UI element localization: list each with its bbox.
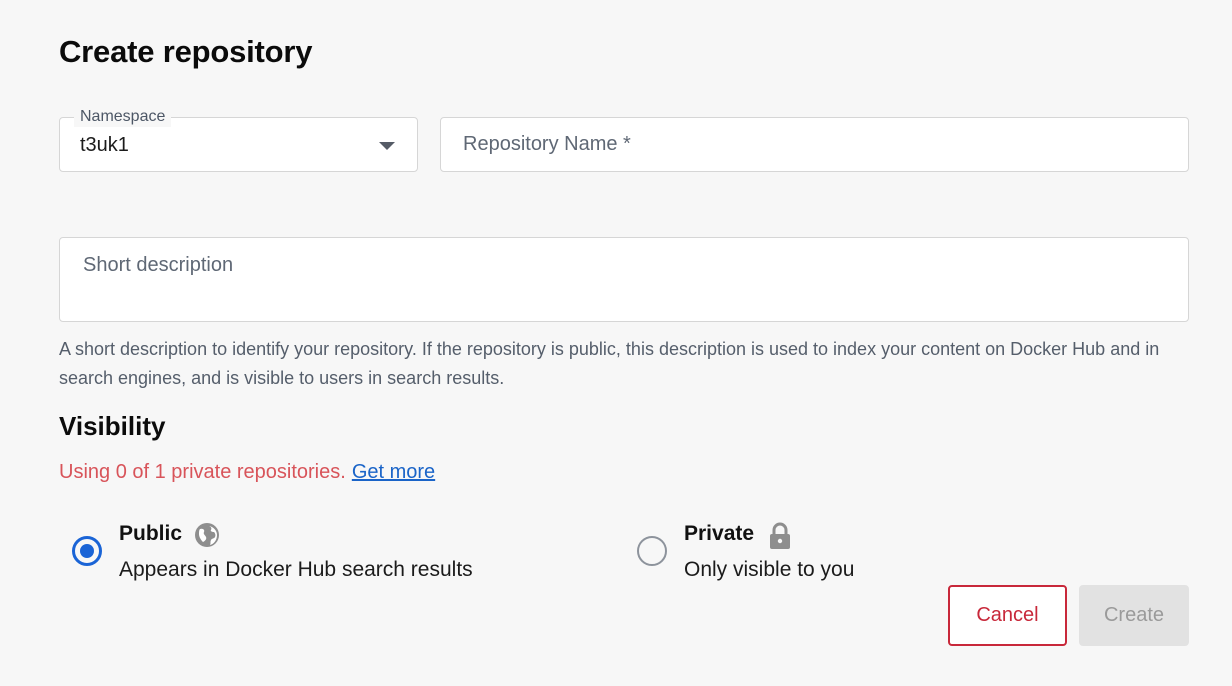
public-radio[interactable] [72, 536, 102, 566]
short-description-input[interactable] [60, 238, 1188, 321]
visibility-title: Visibility [59, 411, 166, 441]
namespace-value: t3uk1 [80, 134, 129, 156]
lock-icon [767, 522, 793, 555]
chevron-down-icon[interactable] [379, 142, 395, 150]
get-more-link[interactable]: Get more [352, 461, 435, 483]
public-label: Public [119, 522, 183, 545]
private-radio[interactable] [637, 536, 667, 566]
repository-name-field [440, 117, 1189, 172]
usage-text: Using 0 of 1 private repositories. [59, 461, 346, 483]
short-description-field [59, 237, 1189, 322]
short-description-helper: A short description to identify your rep… [59, 339, 1160, 388]
cancel-button[interactable]: Cancel [948, 585, 1067, 646]
private-usage-text: Using 0 of 1 private repositories. Get mo… [59, 461, 435, 484]
create-button[interactable]: Create [1079, 585, 1189, 646]
private-label: Private [684, 522, 755, 545]
namespace-select[interactable]: Namespace t3uk1 [59, 107, 418, 172]
repository-name-input[interactable] [441, 118, 1188, 171]
public-description: Appears in Docker Hub search results [119, 558, 473, 581]
globe-icon [194, 522, 220, 553]
namespace-label: Namespace [74, 107, 172, 127]
page-title: Create repository [59, 34, 313, 69]
create-repository-page: Create repository Namespace t3uk1 A shor… [0, 0, 1232, 686]
private-description: Only visible to you [684, 558, 855, 581]
